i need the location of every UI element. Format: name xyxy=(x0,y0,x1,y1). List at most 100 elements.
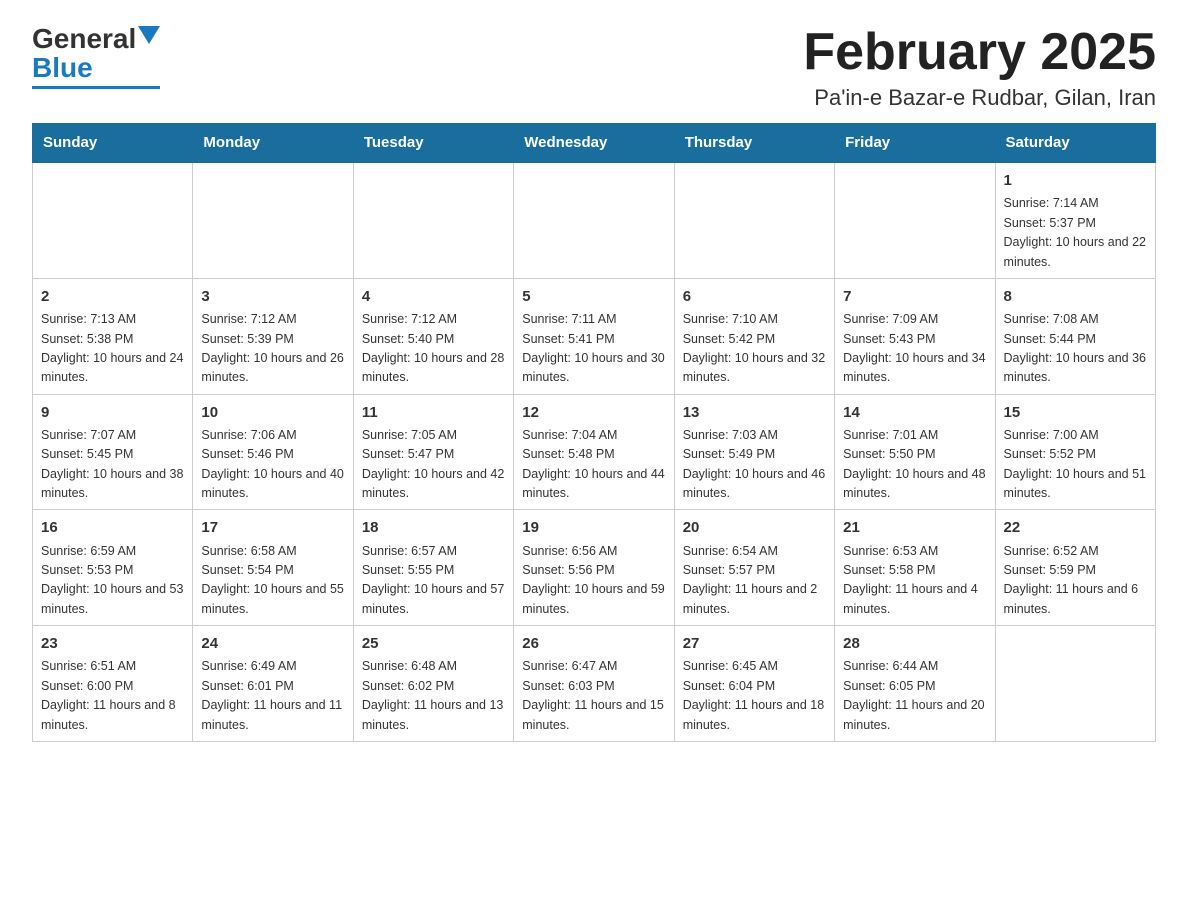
day-number: 24 xyxy=(201,632,344,655)
calendar-cell xyxy=(835,162,995,278)
day-info: Daylight: 10 hours and 36 minutes. xyxy=(1004,349,1147,388)
day-info: Daylight: 10 hours and 51 minutes. xyxy=(1004,465,1147,504)
day-info: Sunset: 5:44 PM xyxy=(1004,330,1147,349)
day-info: Sunrise: 6:48 AM xyxy=(362,657,505,676)
day-number: 4 xyxy=(362,285,505,308)
day-info: Sunrise: 6:44 AM xyxy=(843,657,986,676)
day-info: Sunset: 6:05 PM xyxy=(843,677,986,696)
day-number: 22 xyxy=(1004,516,1147,539)
page-header: General Blue February 2025 Pa'in-e Bazar… xyxy=(32,24,1156,111)
calendar-week-1: 1Sunrise: 7:14 AMSunset: 5:37 PMDaylight… xyxy=(33,162,1156,278)
day-info: Sunset: 5:41 PM xyxy=(522,330,665,349)
day-info: Daylight: 11 hours and 6 minutes. xyxy=(1004,580,1147,619)
calendar-cell: 15Sunrise: 7:00 AMSunset: 5:52 PMDayligh… xyxy=(995,394,1155,510)
day-info: Sunset: 5:54 PM xyxy=(201,561,344,580)
day-info: Sunset: 5:53 PM xyxy=(41,561,184,580)
day-number: 17 xyxy=(201,516,344,539)
day-info: Daylight: 10 hours and 34 minutes. xyxy=(843,349,986,388)
day-info: Sunrise: 7:03 AM xyxy=(683,426,826,445)
day-info: Daylight: 10 hours and 24 minutes. xyxy=(41,349,184,388)
day-info: Sunrise: 6:52 AM xyxy=(1004,542,1147,561)
day-info: Daylight: 11 hours and 20 minutes. xyxy=(843,696,986,735)
calendar-cell: 17Sunrise: 6:58 AMSunset: 5:54 PMDayligh… xyxy=(193,510,353,626)
day-info: Sunrise: 6:47 AM xyxy=(522,657,665,676)
day-info: Sunset: 6:02 PM xyxy=(362,677,505,696)
day-number: 21 xyxy=(843,516,986,539)
header-row: SundayMondayTuesdayWednesdayThursdayFrid… xyxy=(33,124,1156,163)
day-info: Daylight: 10 hours and 53 minutes. xyxy=(41,580,184,619)
page-subtitle: Pa'in-e Bazar-e Rudbar, Gilan, Iran xyxy=(803,85,1156,111)
day-number: 23 xyxy=(41,632,184,655)
day-number: 27 xyxy=(683,632,826,655)
calendar-cell: 13Sunrise: 7:03 AMSunset: 5:49 PMDayligh… xyxy=(674,394,834,510)
logo-arrow-icon xyxy=(138,26,160,44)
calendar-cell: 19Sunrise: 6:56 AMSunset: 5:56 PMDayligh… xyxy=(514,510,674,626)
day-info: Sunrise: 7:11 AM xyxy=(522,310,665,329)
day-info: Sunrise: 6:57 AM xyxy=(362,542,505,561)
day-info: Sunset: 5:43 PM xyxy=(843,330,986,349)
calendar-cell: 6Sunrise: 7:10 AMSunset: 5:42 PMDaylight… xyxy=(674,278,834,394)
day-info: Daylight: 10 hours and 48 minutes. xyxy=(843,465,986,504)
day-info: Sunset: 5:48 PM xyxy=(522,445,665,464)
day-info: Sunrise: 7:04 AM xyxy=(522,426,665,445)
day-number: 3 xyxy=(201,285,344,308)
calendar-cell: 11Sunrise: 7:05 AMSunset: 5:47 PMDayligh… xyxy=(353,394,513,510)
day-info: Sunrise: 7:10 AM xyxy=(683,310,826,329)
day-info: Daylight: 10 hours and 44 minutes. xyxy=(522,465,665,504)
calendar-cell: 14 Sunrise: 7:01 AMSunset: 5:50 PMDayligh… xyxy=(835,394,995,510)
day-info: Sunset: 5:55 PM xyxy=(362,561,505,580)
col-header-monday: Monday xyxy=(193,124,353,163)
day-info: Daylight: 10 hours and 32 minutes. xyxy=(683,349,826,388)
day-number: 2 xyxy=(41,285,184,308)
day-number: 11 xyxy=(362,401,505,424)
day-info: Sunrise: 7:13 AM xyxy=(41,310,184,329)
day-info: Sunrise: 7:08 AM xyxy=(1004,310,1147,329)
logo-underline xyxy=(32,86,160,89)
day-info: Daylight: 10 hours and 40 minutes. xyxy=(201,465,344,504)
calendar-cell: 1Sunrise: 7:14 AMSunset: 5:37 PMDaylight… xyxy=(995,162,1155,278)
day-number: 25 xyxy=(362,632,505,655)
day-info: Sunrise: 6:51 AM xyxy=(41,657,184,676)
day-info: Sunrise: 7:09 AM xyxy=(843,310,986,329)
col-header-friday: Friday xyxy=(835,124,995,163)
day-info: Sunset: 5:58 PM xyxy=(843,561,986,580)
day-info: Sunrise: 6:53 AM xyxy=(843,542,986,561)
day-number: 16 xyxy=(41,516,184,539)
calendar-cell xyxy=(674,162,834,278)
calendar-cell: 7Sunrise: 7:09 AMSunset: 5:43 PMDaylight… xyxy=(835,278,995,394)
calendar-cell: 27Sunrise: 6:45 AMSunset: 6:04 PMDayligh… xyxy=(674,626,834,742)
calendar-cell: 18Sunrise: 6:57 AMSunset: 5:55 PMDayligh… xyxy=(353,510,513,626)
day-info: Daylight: 10 hours and 55 minutes. xyxy=(201,580,344,619)
calendar-cell: 23Sunrise: 6:51 AMSunset: 6:00 PMDayligh… xyxy=(33,626,193,742)
col-header-saturday: Saturday xyxy=(995,124,1155,163)
day-info: Sunrise: 7:12 AM xyxy=(362,310,505,329)
day-info: Sunrise: 7:14 AM xyxy=(1004,194,1147,213)
day-info: Sunset: 5:37 PM xyxy=(1004,214,1147,233)
day-info: Daylight: 10 hours and 26 minutes. xyxy=(201,349,344,388)
day-info: Sunrise: 7:06 AM xyxy=(201,426,344,445)
calendar-cell: 2 Sunrise: 7:13 AMSunset: 5:38 PMDaylight… xyxy=(33,278,193,394)
calendar-cell: 21Sunrise: 6:53 AMSunset: 5:58 PMDayligh… xyxy=(835,510,995,626)
day-info: Daylight: 11 hours and 8 minutes. xyxy=(41,696,184,735)
day-number: 12 xyxy=(522,401,665,424)
calendar-cell: 20Sunrise: 6:54 AMSunset: 5:57 PMDayligh… xyxy=(674,510,834,626)
calendar-cell: 3Sunrise: 7:12 AMSunset: 5:39 PMDaylight… xyxy=(193,278,353,394)
day-number: 14 xyxy=(843,401,986,424)
day-number: 10 xyxy=(201,401,344,424)
day-info: Sunset: 5:38 PM xyxy=(41,330,184,349)
calendar-cell: 28 Sunrise: 6:44 AMSunset: 6:05 PMDayligh… xyxy=(835,626,995,742)
day-info: Sunset: 5:52 PM xyxy=(1004,445,1147,464)
day-info: Sunset: 5:47 PM xyxy=(362,445,505,464)
calendar-cell: 24Sunrise: 6:49 AMSunset: 6:01 PMDayligh… xyxy=(193,626,353,742)
day-info: Daylight: 10 hours and 59 minutes. xyxy=(522,580,665,619)
day-number: 15 xyxy=(1004,401,1147,424)
day-info: Sunset: 5:50 PM xyxy=(843,445,986,464)
calendar-cell: 26Sunrise: 6:47 AMSunset: 6:03 PMDayligh… xyxy=(514,626,674,742)
day-info: Sunset: 5:42 PM xyxy=(683,330,826,349)
day-number: 28 xyxy=(843,632,986,655)
day-info: Sunset: 5:46 PM xyxy=(201,445,344,464)
day-info: Sunrise: 7:07 AM xyxy=(41,426,184,445)
day-info: Sunrise: 7:01 AM xyxy=(843,426,986,445)
day-info: Sunrise: 6:56 AM xyxy=(522,542,665,561)
logo-blue: Blue xyxy=(32,53,93,84)
